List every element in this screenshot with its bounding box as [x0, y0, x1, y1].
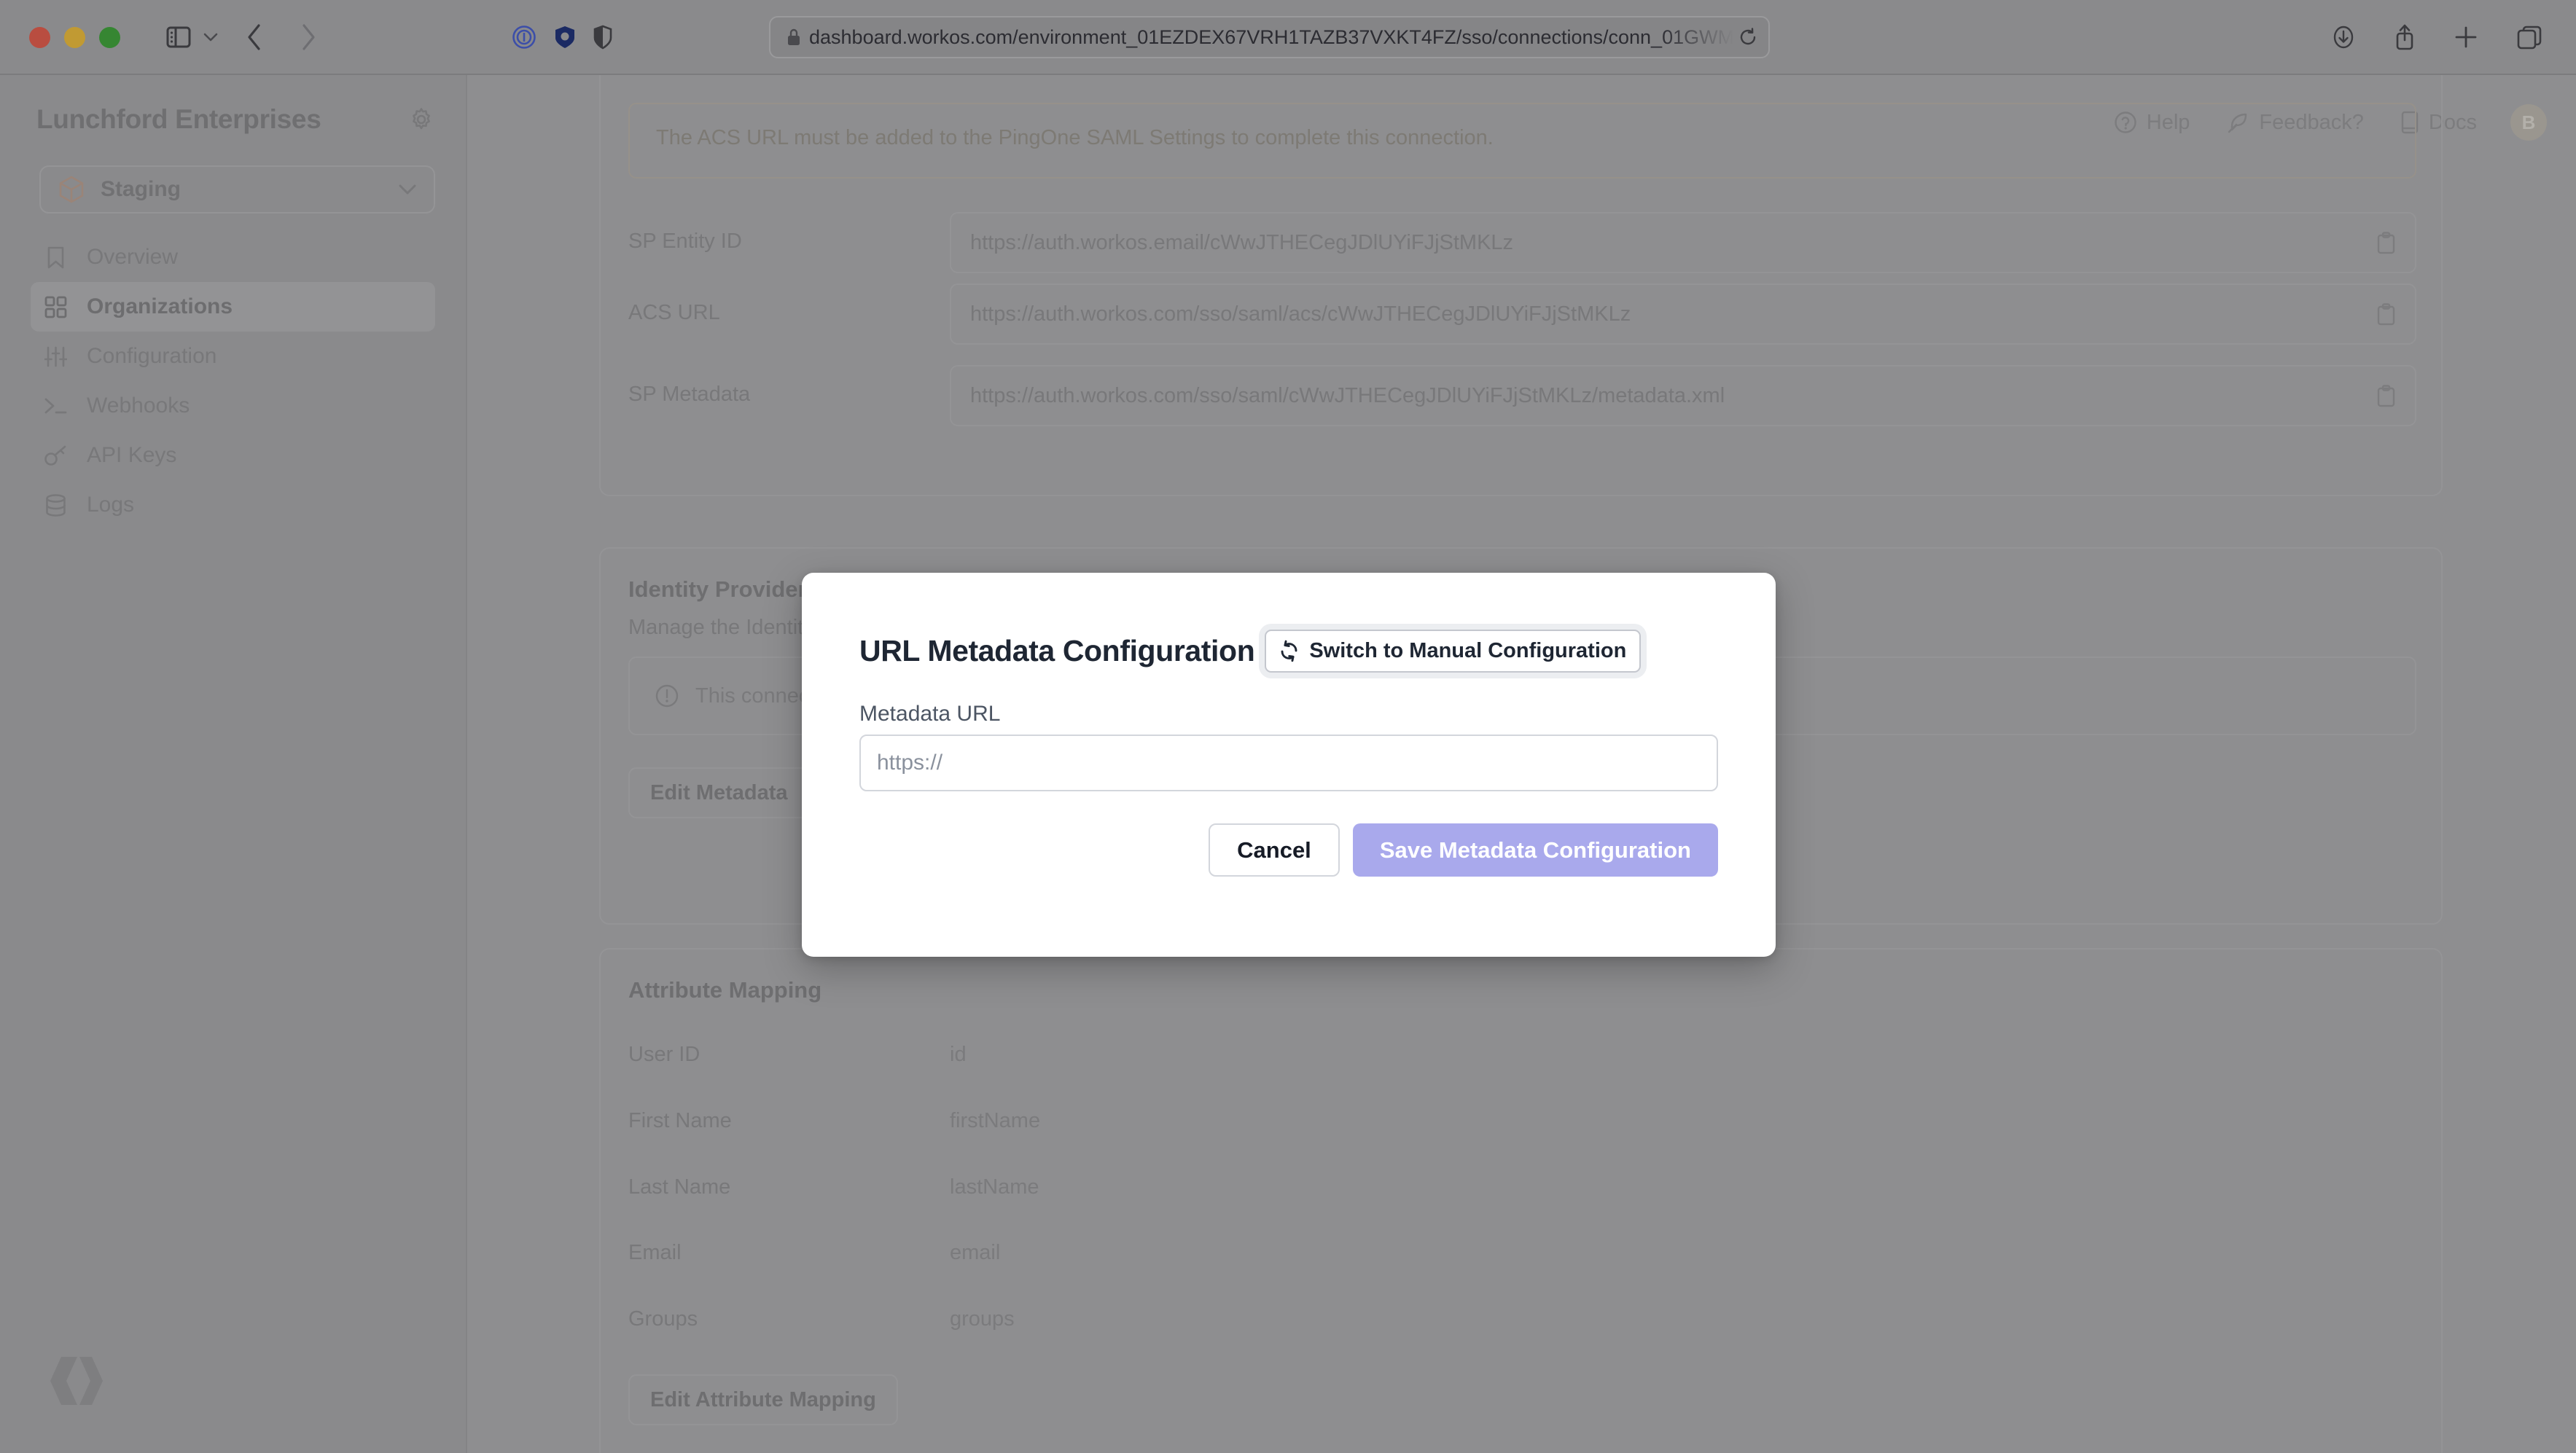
save-metadata-configuration-button[interactable]: Save Metadata Configuration — [1352, 823, 1718, 877]
modal-actions: Cancel Save Metadata Configuration — [1209, 823, 1718, 877]
refresh-swap-icon — [1278, 640, 1300, 662]
modal-header: URL Metadata Configuration Switch to Man… — [859, 630, 1642, 673]
cancel-button[interactable]: Cancel — [1209, 823, 1340, 877]
metadata-url-label: Metadata URL — [859, 702, 1001, 726]
metadata-url-input[interactable]: https:// — [859, 735, 1718, 791]
metadata-url-placeholder: https:// — [877, 751, 943, 775]
url-metadata-configuration-modal: URL Metadata Configuration Switch to Man… — [802, 573, 1776, 957]
modal-overlay[interactable]: URL Metadata Configuration Switch to Man… — [0, 0, 2576, 1453]
modal-title: URL Metadata Configuration — [859, 634, 1255, 667]
switch-to-manual-configuration-label: Switch to Manual Configuration — [1309, 639, 1627, 662]
switch-to-manual-configuration-button[interactable]: Switch to Manual Configuration — [1265, 630, 1642, 673]
